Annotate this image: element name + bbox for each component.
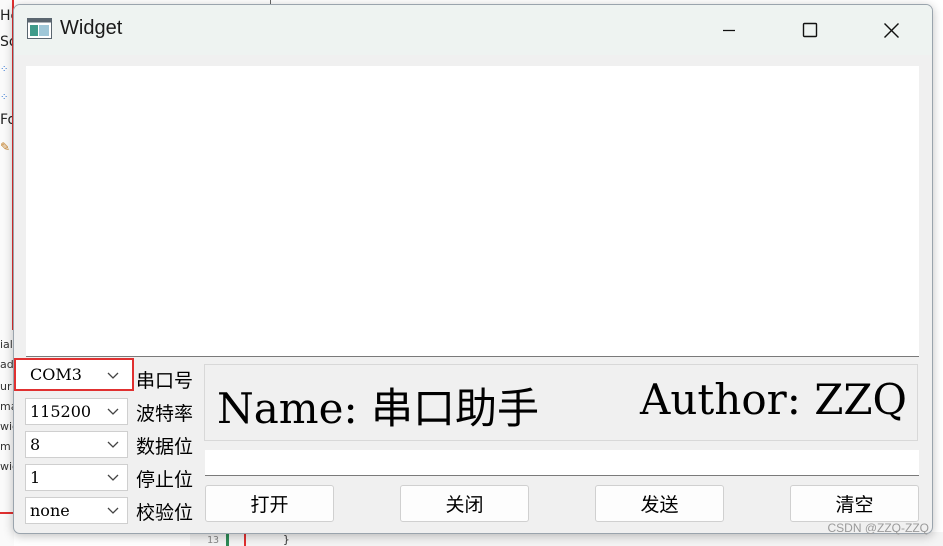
bg-text: ur xyxy=(0,380,12,393)
baud-rate-label: 波特率 xyxy=(136,403,194,425)
baud-rate-select[interactable]: 115200 xyxy=(25,398,128,425)
send-input[interactable] xyxy=(205,450,919,476)
data-bits-value: 8 xyxy=(30,435,41,454)
bg-node-icon: ⁘ xyxy=(0,92,9,103)
close-button[interactable] xyxy=(868,13,914,47)
watermark: CSDN @ZZQ-ZZQ xyxy=(827,521,929,535)
bg-text: ma xyxy=(0,400,14,413)
info-banner: Name: 串口助手 Author: ZZQ xyxy=(204,364,918,441)
author-label: Author: ZZQ xyxy=(640,375,907,424)
minimize-button[interactable] xyxy=(706,13,752,47)
minimize-icon xyxy=(723,29,735,32)
bg-pencil-icon: ✎ xyxy=(0,140,11,154)
app-name-label: Name: 串口助手 xyxy=(217,384,539,433)
baud-rate-value: 115200 xyxy=(30,402,92,421)
open-button[interactable]: 打开 xyxy=(205,485,334,522)
bg-line-number: 13 xyxy=(207,535,220,546)
title-bar[interactable]: Widget xyxy=(14,5,932,55)
bg-change-marker xyxy=(226,533,229,546)
data-bits-label: 数据位 xyxy=(136,436,194,458)
parity-value: none xyxy=(30,501,70,520)
chevron-down-icon xyxy=(107,441,119,448)
widget-window: Widget COM3 串口号 115200 波特率 8 数据位 1 停止位 n… xyxy=(13,4,933,534)
bg-text: wid xyxy=(0,460,14,473)
port-label: 串口号 xyxy=(136,370,194,392)
stop-bits-label: 停止位 xyxy=(136,469,194,491)
bg-text: ial. xyxy=(0,338,14,351)
clear-button[interactable]: 清空 xyxy=(790,485,919,522)
data-bits-select[interactable]: 8 xyxy=(25,431,128,458)
maximize-button[interactable] xyxy=(787,13,833,47)
send-button[interactable]: 发送 xyxy=(595,485,724,522)
bg-red-marker xyxy=(244,533,246,546)
bg-code-brace: } xyxy=(283,533,290,546)
port-select-value: COM3 xyxy=(30,365,82,384)
port-select[interactable]: COM3 xyxy=(14,358,134,391)
close-port-button[interactable]: 关闭 xyxy=(400,485,529,522)
close-icon xyxy=(883,22,899,38)
bg-text: ad xyxy=(0,358,14,371)
chevron-down-icon xyxy=(107,474,119,481)
parity-label: 校验位 xyxy=(136,502,194,524)
stop-bits-select[interactable]: 1 xyxy=(25,464,128,491)
maximize-icon xyxy=(802,22,818,38)
stop-bits-value: 1 xyxy=(30,468,41,487)
parity-select[interactable]: none xyxy=(25,497,128,524)
window-app-icon xyxy=(27,18,52,39)
receive-text-area[interactable] xyxy=(26,66,919,357)
chevron-down-icon xyxy=(107,507,119,514)
chevron-down-icon xyxy=(107,372,119,379)
bg-node-icon: ⁘ xyxy=(0,64,9,75)
window-title: Widget xyxy=(60,17,123,39)
bg-text: m xyxy=(0,440,11,453)
chevron-down-icon xyxy=(107,408,119,415)
bg-red-marker xyxy=(0,512,14,514)
bg-text: wid xyxy=(0,420,14,433)
